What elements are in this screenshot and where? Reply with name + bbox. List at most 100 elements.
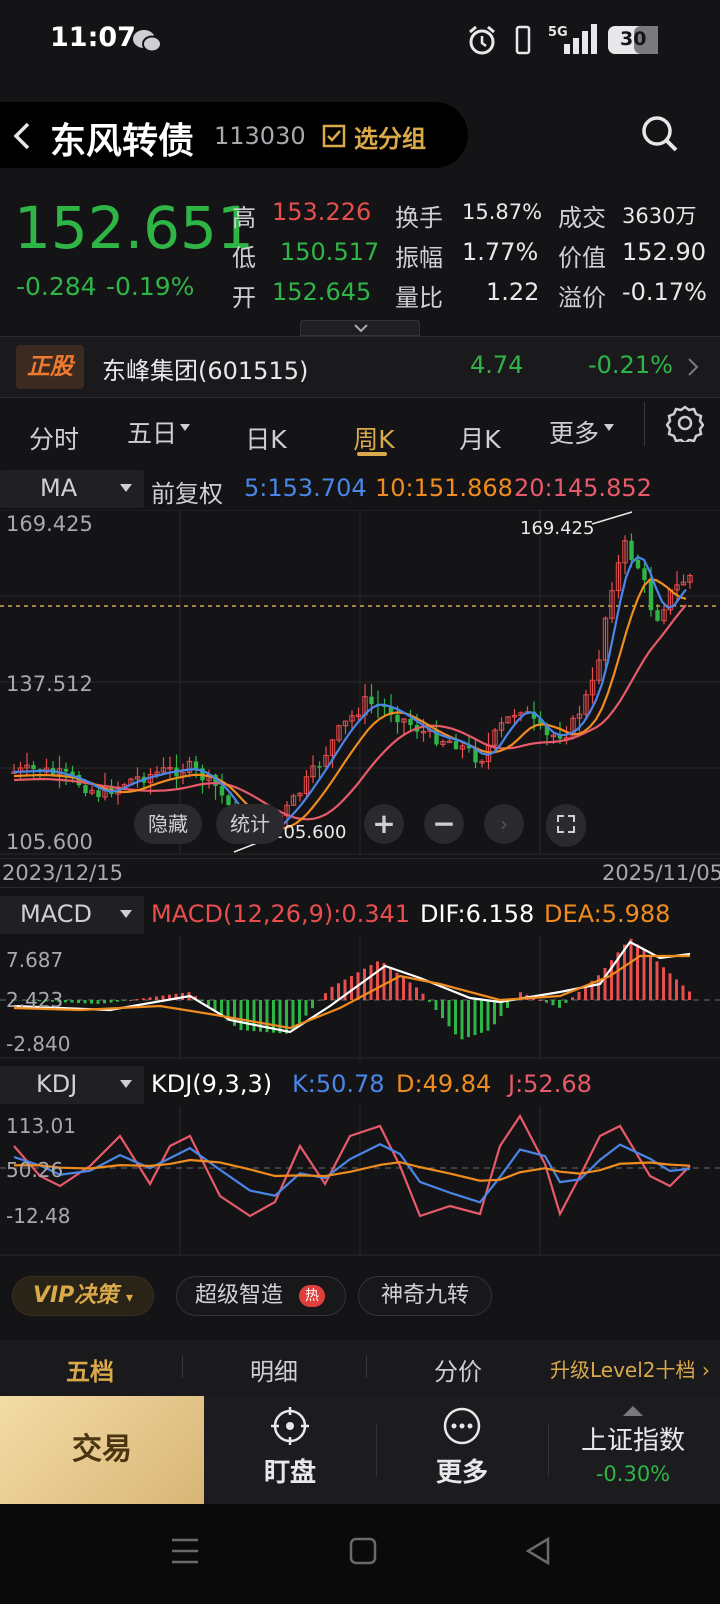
amplitude-label: 振幅 [395, 244, 443, 272]
trade-button[interactable]: 交易 [0, 1396, 204, 1504]
expand-quote-button[interactable] [300, 320, 420, 336]
macd-bar [564, 1000, 568, 1003]
candle-body [655, 610, 660, 621]
vip-decision-button[interactable]: VIP决策 ▾ [12, 1276, 154, 1316]
macd-bar [109, 1000, 113, 1003]
macd-bar [83, 1000, 87, 1004]
macd-bar [77, 1000, 80, 1003]
macd-bar [454, 1000, 457, 1035]
macd-bar [655, 961, 659, 1000]
wechat-icon [133, 30, 162, 53]
super-smart-button[interactable]: 超级智造 热 [176, 1276, 346, 1316]
tab-details[interactable]: 明细 [250, 1352, 298, 1387]
security-code: 113030 [214, 122, 306, 150]
macd-bar [239, 1000, 243, 1031]
macd-bar [311, 1000, 314, 1009]
low-value: 150.517 [280, 238, 380, 266]
turnover-label: 换手 [395, 204, 443, 232]
tab-daily-k[interactable]: 日K [240, 420, 292, 456]
more-dots-icon [443, 1407, 481, 1445]
magic-nine-button[interactable]: 神奇九转 [358, 1276, 492, 1316]
hide-button[interactable]: 隐藏 [134, 804, 202, 844]
watch-button[interactable]: 盯盘 [220, 1396, 360, 1504]
macd-bar [538, 1000, 542, 1001]
crosshair-icon [271, 1407, 309, 1445]
tab-five-levels[interactable]: 五档 [66, 1352, 114, 1387]
kdj-y-bottom: -12.48 [6, 1204, 71, 1228]
tab-price-distribution[interactable]: 分价 [434, 1352, 482, 1387]
strategy-bar: VIP决策 ▾ 超级智造 热 神奇九转 [0, 1262, 720, 1334]
back-nav-icon[interactable] [524, 1536, 554, 1566]
adjust-mode[interactable]: 前复权 [151, 474, 223, 509]
index-change: -0.30% [595, 1462, 671, 1486]
kline-main-chart[interactable]: 169.425 105.600 [0, 510, 720, 856]
candle-body [31, 765, 36, 770]
tab-five-day-label: 五日 [126, 419, 177, 448]
value-value: 152.90 [622, 238, 706, 266]
kdj-indicator-label: KDJ [36, 1070, 78, 1098]
index-ticker[interactable]: 上证指数 -0.30% [560, 1396, 706, 1504]
main-indicator-selector[interactable]: MA [0, 470, 144, 508]
hot-badge: 热 [299, 1285, 325, 1307]
macd-bar [350, 975, 353, 1000]
macd-bar [662, 967, 665, 1000]
home-icon[interactable] [348, 1536, 378, 1566]
bottom-action-bar: 交易 盯盘 更多 上证指数 -0.30% [0, 1396, 720, 1504]
action-divider [376, 1424, 377, 1476]
caret-down-icon [180, 424, 190, 431]
date-axis: 2023/12/15 2025/11/05 [0, 858, 720, 888]
action-divider [548, 1424, 549, 1476]
signal-icon: 5G [548, 24, 597, 54]
macd-bar [668, 973, 672, 1000]
tab-more[interactable]: 更多 [546, 414, 602, 450]
security-name: 东风转债 [50, 121, 195, 162]
candle-body [226, 795, 231, 806]
tab-monthly-k[interactable]: 月K [452, 420, 508, 456]
macd-bar [278, 1000, 282, 1034]
stats-button[interactable]: 统计 [216, 804, 284, 844]
header-bar: 东风转债 113030 选分组 [0, 102, 468, 168]
scroll-right-button[interactable]: › [484, 804, 524, 844]
upgrade-level2-link[interactable]: 升级Level2十档 › [550, 1354, 710, 1383]
macd-indicator-selector[interactable]: MACD [0, 896, 144, 934]
kline-chart-area: MA 前复权 5:153.704 10:151.868 20:145.852 1… [0, 470, 720, 1258]
kdj-indicator-selector[interactable]: KDJ [0, 1066, 144, 1104]
underlying-stock-row[interactable]: 正股 东峰集团(601515) 4.74 -0.21% [0, 336, 720, 398]
active-tab-indicator [357, 452, 387, 456]
macd-bar [122, 1000, 126, 1001]
back-icon[interactable] [10, 120, 34, 152]
candle-body [642, 568, 647, 580]
tab-intraday[interactable]: 分时 [24, 420, 84, 456]
watch-label: 盯盘 [263, 1458, 316, 1488]
tab-five-day[interactable]: 五日 [124, 414, 180, 450]
macd-bar [252, 1000, 256, 1032]
volume-ratio-label: 量比 [395, 284, 443, 312]
max-marker-line [591, 511, 633, 525]
fullscreen-button[interactable] [546, 804, 586, 847]
trade-label: 交易 [72, 1432, 132, 1467]
select-group-button[interactable]: 选分组 [322, 120, 426, 153]
search-icon[interactable] [640, 114, 680, 154]
macd-bar [629, 938, 633, 1000]
settings-icon[interactable] [666, 404, 704, 442]
macd-bar [649, 955, 652, 1000]
kdj-chart[interactable] [0, 1106, 720, 1256]
menu-icon[interactable] [170, 1536, 200, 1566]
y-axis-mid: 137.512 [6, 672, 93, 696]
low-label: 低 [232, 244, 256, 272]
amount-value: 3630万 [622, 204, 697, 228]
volume-ratio-value: 1.22 [486, 278, 540, 306]
more-label: 更多 [435, 1458, 488, 1488]
macd-chart[interactable] [0, 936, 720, 1060]
super-smart-label: 超级智造 [195, 1283, 284, 1308]
macd-bar [642, 950, 646, 1000]
more-button[interactable]: 更多 [392, 1396, 532, 1504]
zoom-in-button[interactable]: + [364, 804, 404, 844]
tab-weekly-k[interactable]: 周K [346, 420, 402, 456]
open-label: 开 [232, 284, 256, 312]
dea-value: DEA:5.988 [544, 900, 671, 928]
y-axis-top: 169.425 [6, 512, 93, 536]
tab-more-label: 更多 [548, 419, 599, 448]
macd-bar [597, 975, 600, 1000]
zoom-out-button[interactable]: − [424, 804, 464, 844]
